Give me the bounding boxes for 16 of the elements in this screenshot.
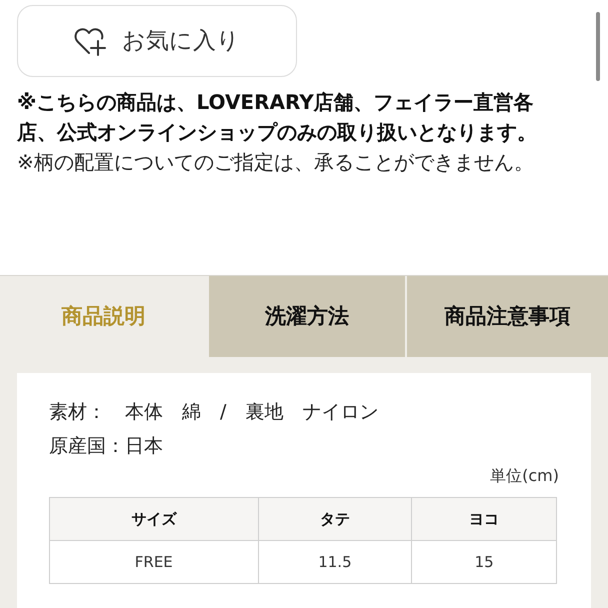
- notice-text: ※こちらの商品は、LOVERARY店舗、フェイラー直営各店、公式オンラインショップのみの取り扱いとなります。: [17, 89, 538, 146]
- notice-text: ※柄の配置についてのご指定は、承ることができません。: [17, 149, 535, 176]
- unit-label: 単位(cm): [490, 465, 559, 487]
- tab[interactable]: 洗濯方法: [209, 276, 405, 357]
- column-header: サイズ: [50, 498, 258, 540]
- scrollbar-thumb[interactable]: [596, 12, 600, 81]
- spec-text: 素材： 本体 綿 / 裏地 ナイロン: [49, 400, 380, 425]
- spec-text: 原産国：日本: [49, 434, 164, 459]
- column-header: ヨコ: [412, 498, 556, 540]
- column-header: タテ: [258, 498, 412, 540]
- favorite-button[interactable]: お気に入り: [17, 5, 297, 77]
- table-cell: 11.5: [258, 540, 412, 584]
- table-cell: 15: [412, 540, 556, 584]
- tab[interactable]: 商品注意事項: [407, 276, 608, 357]
- heart-plus-icon: [74, 26, 106, 56]
- table-cell: FREE: [50, 540, 258, 584]
